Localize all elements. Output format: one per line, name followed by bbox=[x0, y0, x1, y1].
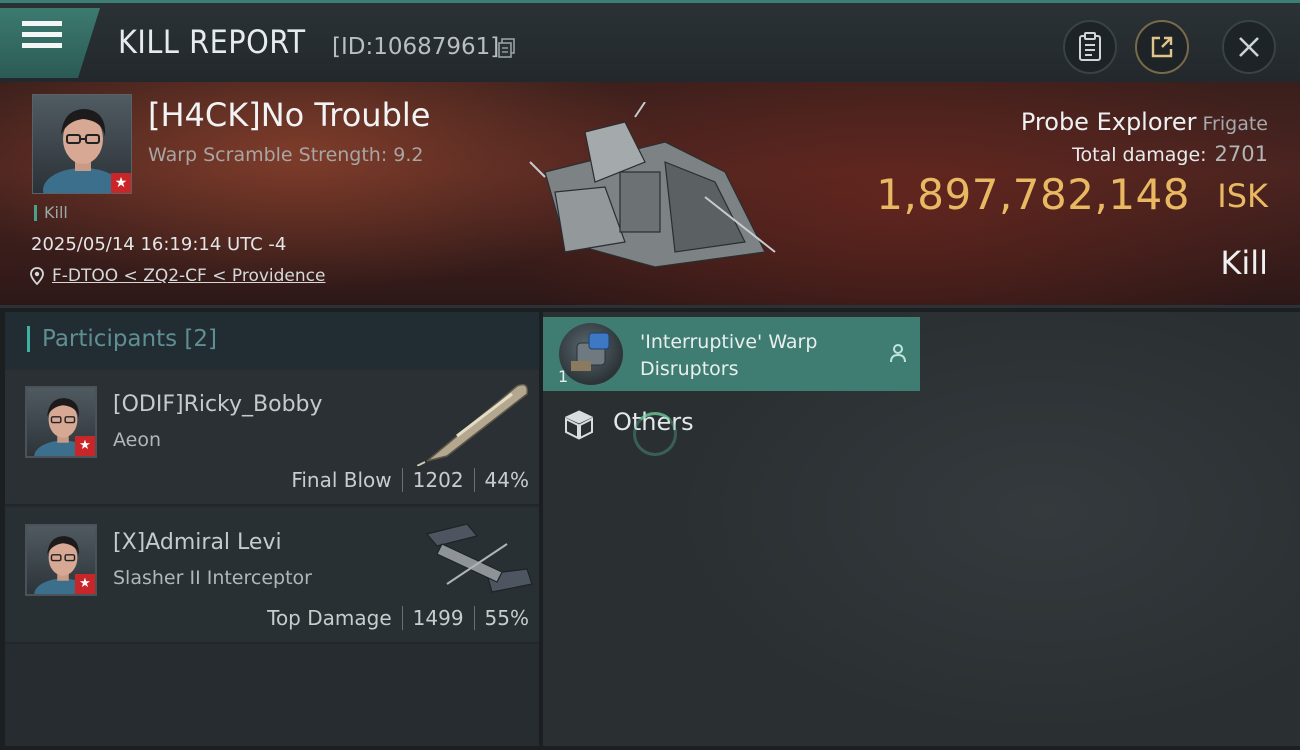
close-icon bbox=[1239, 37, 1259, 57]
participant-avatar[interactable]: ★ bbox=[25, 386, 97, 458]
star-badge-icon: ★ bbox=[111, 173, 131, 193]
participant-ship: Slasher II Interceptor bbox=[113, 567, 312, 589]
clipboard-button[interactable] bbox=[1063, 20, 1117, 74]
share-icon bbox=[1151, 36, 1173, 58]
participant-stats: Final Blow 1202 44% bbox=[291, 468, 529, 492]
star-badge-icon: ★ bbox=[75, 574, 95, 594]
kill-datetime: 2025/05/14 16:19:14 UTC -4 bbox=[31, 234, 287, 255]
share-button[interactable] bbox=[1135, 20, 1189, 74]
participants-title: Participants [2] bbox=[27, 326, 217, 352]
divider bbox=[401, 468, 403, 492]
kill-result-label: Kill bbox=[1220, 244, 1268, 282]
participant-percent: 55% bbox=[484, 606, 529, 630]
star-badge-icon: ★ bbox=[75, 436, 95, 456]
isk-value: 1,897,782,148 bbox=[876, 170, 1190, 219]
items-panel: 1 'Interruptive' Warp Disruptors Others bbox=[543, 312, 1300, 746]
participant-avatar[interactable]: ★ bbox=[25, 524, 97, 596]
others-category[interactable]: Others bbox=[543, 400, 920, 444]
ship-name[interactable]: Probe Explorer Frigate bbox=[1021, 108, 1268, 136]
participants-header: Participants [2] bbox=[5, 312, 539, 368]
copy-icon[interactable] bbox=[498, 38, 516, 58]
participant-row[interactable]: ★ [X]Admiral Levi Slasher II Interceptor… bbox=[5, 508, 539, 644]
victim-avatar[interactable]: ★ bbox=[32, 94, 132, 194]
kill-tag: Kill bbox=[34, 205, 68, 221]
warp-scramble-strength: Warp Scramble Strength: 9.2 bbox=[148, 144, 424, 166]
participant-damage: 1202 bbox=[412, 468, 464, 492]
location-pin-icon bbox=[30, 267, 44, 285]
page-title: KILL REPORT bbox=[118, 23, 306, 61]
location: F-DTOO < ZQ2-CF < Providence bbox=[30, 266, 325, 286]
clipboard-icon bbox=[1079, 32, 1101, 61]
divider bbox=[401, 606, 403, 630]
report-id: [ID:10687961] bbox=[332, 34, 500, 60]
location-link[interactable]: F-DTOO < ZQ2-CF < Providence bbox=[52, 266, 325, 286]
loading-spinner-icon bbox=[633, 412, 677, 456]
ship-name-text: Probe Explorer bbox=[1020, 108, 1197, 136]
top-bar: KILL REPORT [ID:10687961] bbox=[0, 0, 1300, 82]
participant-ship: Aeon bbox=[113, 429, 162, 451]
divider bbox=[473, 468, 475, 492]
participant-role: Top Damage bbox=[267, 606, 392, 630]
ship-class: Frigate bbox=[1202, 113, 1268, 135]
total-damage-value: 2701 bbox=[1214, 142, 1268, 166]
ship-slasher-icon bbox=[425, 523, 533, 593]
total-damage: Total damage: 2701 bbox=[1072, 142, 1268, 166]
participant-percent: 44% bbox=[484, 468, 529, 492]
participant-damage: 1499 bbox=[412, 606, 464, 630]
victim-name[interactable]: [H4CK]No Trouble bbox=[148, 96, 430, 134]
participant-name: [X]Admiral Levi bbox=[113, 530, 282, 555]
item-name: 'Interruptive' Warp Disruptors bbox=[640, 331, 818, 380]
warp-disruptor-icon bbox=[559, 323, 623, 385]
kill-banner: ★ [H4CK]No Trouble Warp Scramble Strengt… bbox=[0, 82, 1300, 308]
participant-role: Final Blow bbox=[291, 468, 392, 492]
participant-name: [ODIF]Ricky_Bobby bbox=[113, 392, 323, 417]
isk-unit: ISK bbox=[1217, 177, 1268, 215]
item-warp-disruptor[interactable]: 1 'Interruptive' Warp Disruptors bbox=[543, 317, 920, 391]
cube-icon bbox=[564, 410, 594, 440]
total-damage-label: Total damage: bbox=[1072, 144, 1207, 166]
participants-panel: Participants [2] ★ [ODIF]Ricky_Bobby Aeo… bbox=[5, 312, 539, 746]
hamburger-menu-icon[interactable] bbox=[22, 21, 64, 61]
close-button[interactable] bbox=[1222, 20, 1276, 74]
ship-render-icon bbox=[529, 102, 776, 268]
participant-row[interactable]: ★ [ODIF]Ricky_Bobby Aeon Final Blow 1202… bbox=[5, 370, 539, 506]
ship-aeon-icon bbox=[417, 383, 529, 466]
participant-stats: Top Damage 1499 55% bbox=[267, 606, 529, 630]
item-quantity: 1 bbox=[558, 367, 569, 386]
divider bbox=[473, 606, 475, 630]
person-icon[interactable] bbox=[888, 343, 908, 363]
